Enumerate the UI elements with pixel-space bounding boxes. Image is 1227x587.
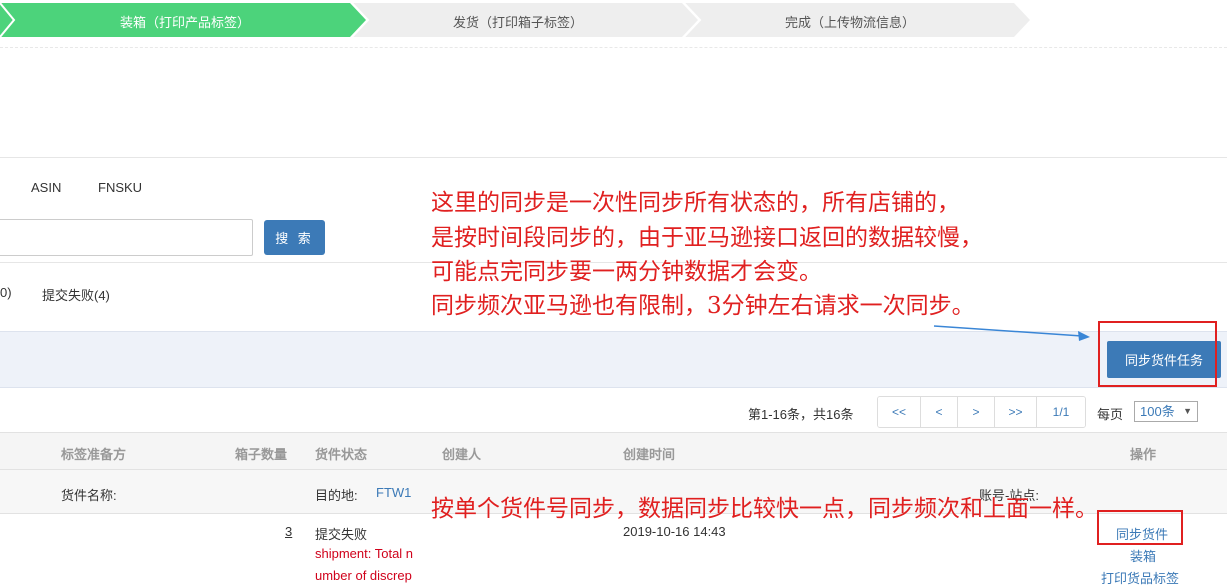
prev-page-button[interactable]: <	[921, 397, 958, 427]
next-page-button[interactable]: >	[958, 397, 995, 427]
annotation-line: 同步频次亚马逊也有限制，3分钟左右请求一次同步。	[431, 293, 975, 319]
search-input[interactable]	[0, 219, 253, 256]
header-shipment-status: 货件状态	[315, 447, 368, 462]
header-operations: 操作	[1130, 447, 1157, 462]
annotation-line: 按单个货件号同步，数据同步比较快一点，同步频次和上面一样。	[431, 496, 1098, 522]
destination-label: 目的地:	[315, 488, 358, 503]
annotation-line: 是按时间段同步的，由于亚马逊接口返回的数据较慢，	[431, 225, 983, 251]
per-page-select[interactable]: 100条 ▼	[1134, 401, 1198, 422]
pagination-summary: 第1-16条，共16条	[748, 407, 854, 422]
divider	[0, 157, 1227, 158]
filter-tab-fnsku[interactable]: FNSKU	[98, 180, 142, 195]
annotation-line: 这里的同步是一次性同步所有状态的，所有店铺的，	[431, 190, 960, 216]
per-page-value: 100条	[1140, 404, 1175, 419]
table-header	[0, 432, 1227, 470]
box-count-link[interactable]: 3	[285, 524, 292, 539]
print-product-labels-link[interactable]: 打印货品标签	[1101, 568, 1179, 587]
chevron-down-icon: ▼	[1183, 406, 1192, 416]
pack-link[interactable]: 装箱	[1130, 546, 1156, 565]
header-created-time: 创建时间	[623, 447, 676, 462]
step-label-complete[interactable]: 完成（上传物流信息）	[725, 12, 975, 31]
annotation-line: 可能点完同步要一两分钟数据才会变。	[431, 259, 822, 285]
last-page-button[interactable]: >>	[995, 397, 1037, 427]
search-button[interactable]: 搜 索	[264, 220, 325, 255]
first-page-button[interactable]: <<	[878, 397, 921, 427]
filter-tab-asin[interactable]: ASIN	[31, 180, 61, 195]
highlight-box-sync-single	[1097, 510, 1183, 545]
shipment-status: 提交失败	[315, 527, 368, 542]
destination-value[interactable]: FTW1	[376, 485, 411, 500]
pagination: << < > >> 1/1	[877, 396, 1086, 428]
step-label-packing[interactable]: 装箱（打印产品标签）	[60, 12, 310, 31]
header-box-count: 箱子数量	[235, 447, 288, 462]
progress-steps: 装箱（打印产品标签） 发货（打印箱子标签） 完成（上传物流信息）	[0, 0, 1227, 40]
divider	[0, 47, 1227, 48]
page-indicator: 1/1	[1037, 397, 1085, 427]
header-creator: 创建人	[442, 447, 482, 462]
per-page-label: 每页	[1097, 407, 1124, 422]
header-label-prep: 标签准备方	[61, 447, 127, 462]
shipment-name-label: 货件名称:	[61, 488, 117, 503]
status-tab-partial[interactable]: 0)	[0, 285, 12, 300]
error-message-line: shipment: Total n	[315, 546, 414, 561]
highlight-box-sync-all	[1098, 321, 1217, 387]
step-label-shipping[interactable]: 发货（打印箱子标签）	[393, 12, 643, 31]
error-message-line: umber of discrep	[315, 568, 412, 583]
status-tab-submit-failed[interactable]: 提交失败(4)	[42, 285, 110, 304]
